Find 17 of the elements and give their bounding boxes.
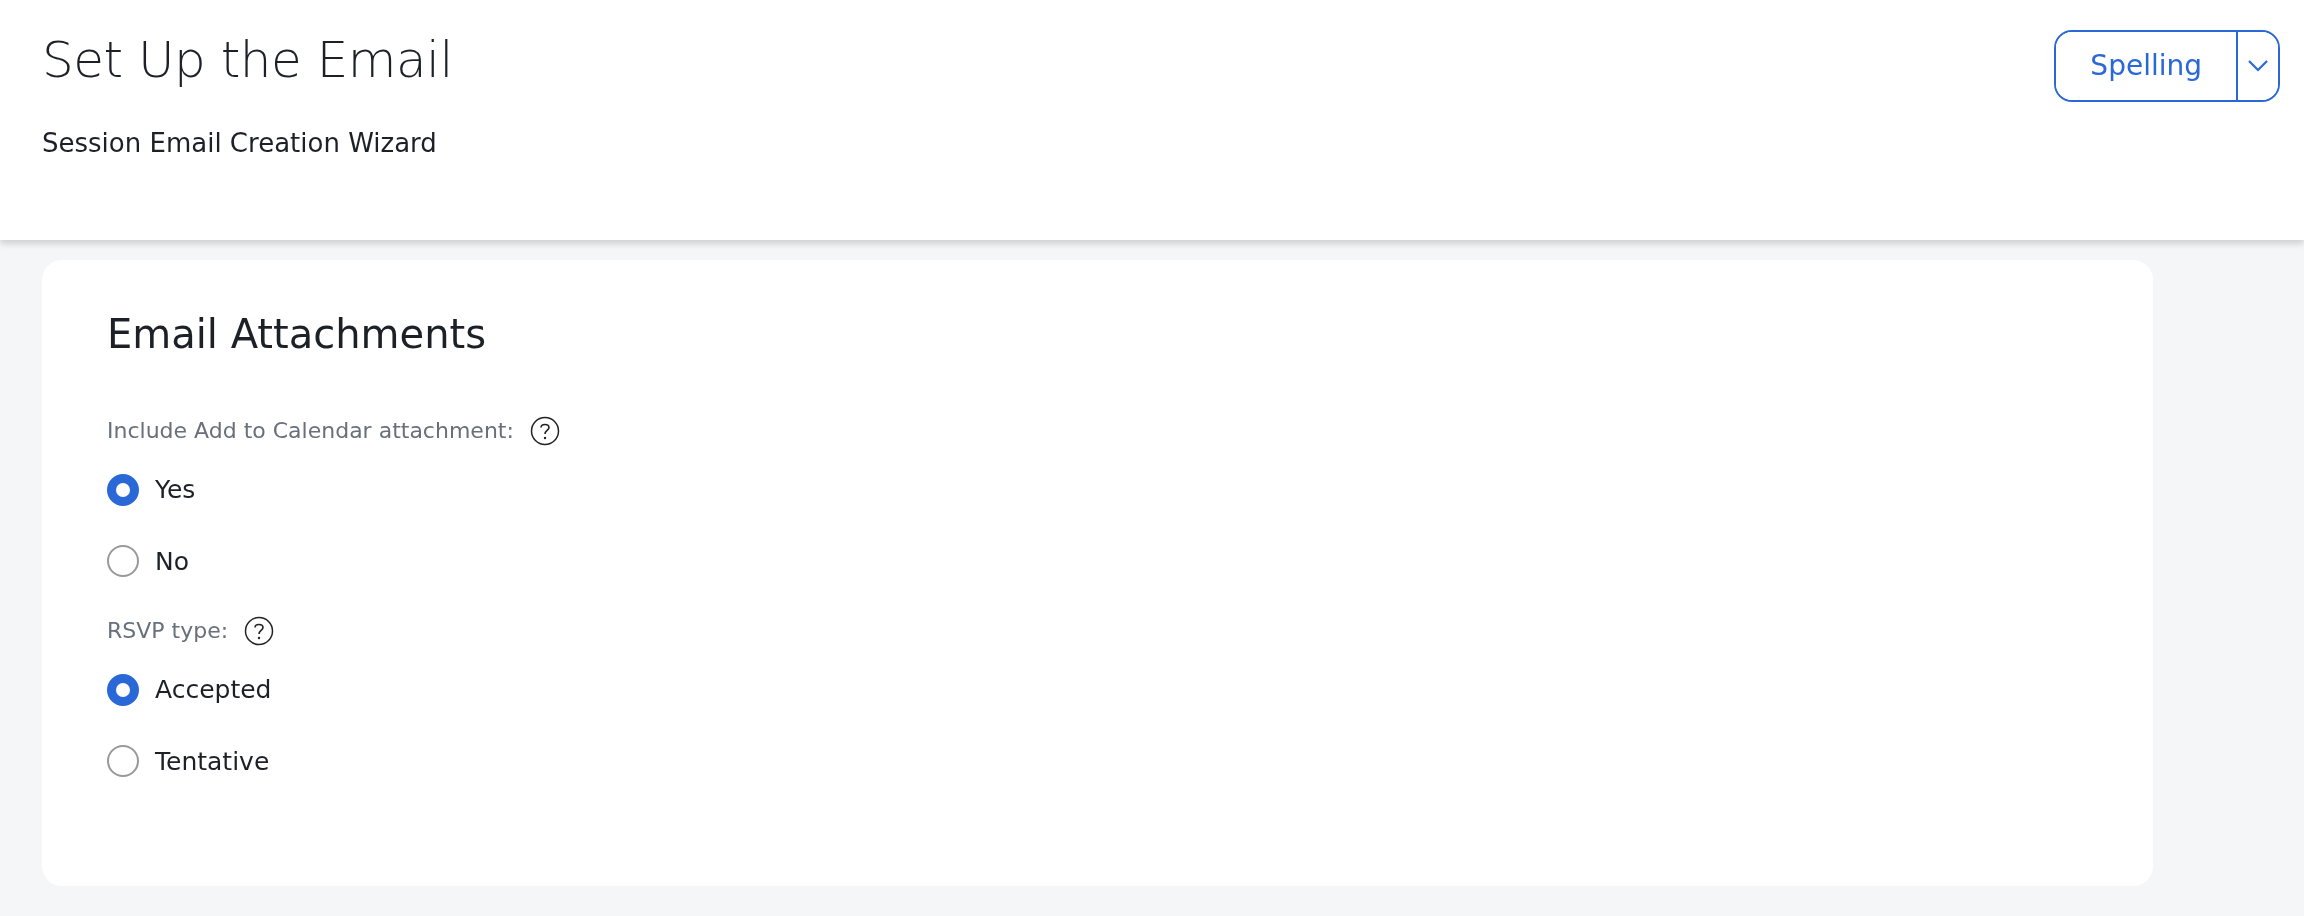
help-icon[interactable] <box>244 615 275 646</box>
help-icon[interactable] <box>529 415 560 446</box>
spelling-button[interactable]: Spelling <box>2056 32 2238 100</box>
field-label: RSVP type: <box>107 617 229 645</box>
option-label[interactable]: Accepted <box>155 671 272 709</box>
card-title: Email Attachments <box>107 310 488 358</box>
option-label[interactable]: Tentative <box>155 742 270 780</box>
option-label[interactable]: No <box>155 542 189 580</box>
radio-button[interactable] <box>107 673 139 706</box>
page-title: Set Up the Email <box>42 30 453 90</box>
option-label[interactable]: Yes <box>155 471 196 509</box>
page-subtitle: Session Email Creation Wizard <box>42 127 437 160</box>
field-label: Include Add to Calendar attachment: <box>107 417 514 445</box>
radio-button[interactable] <box>107 745 139 778</box>
caret-icon <box>2247 59 2269 73</box>
radio-button[interactable] <box>107 545 139 578</box>
radio-button[interactable] <box>107 473 139 506</box>
